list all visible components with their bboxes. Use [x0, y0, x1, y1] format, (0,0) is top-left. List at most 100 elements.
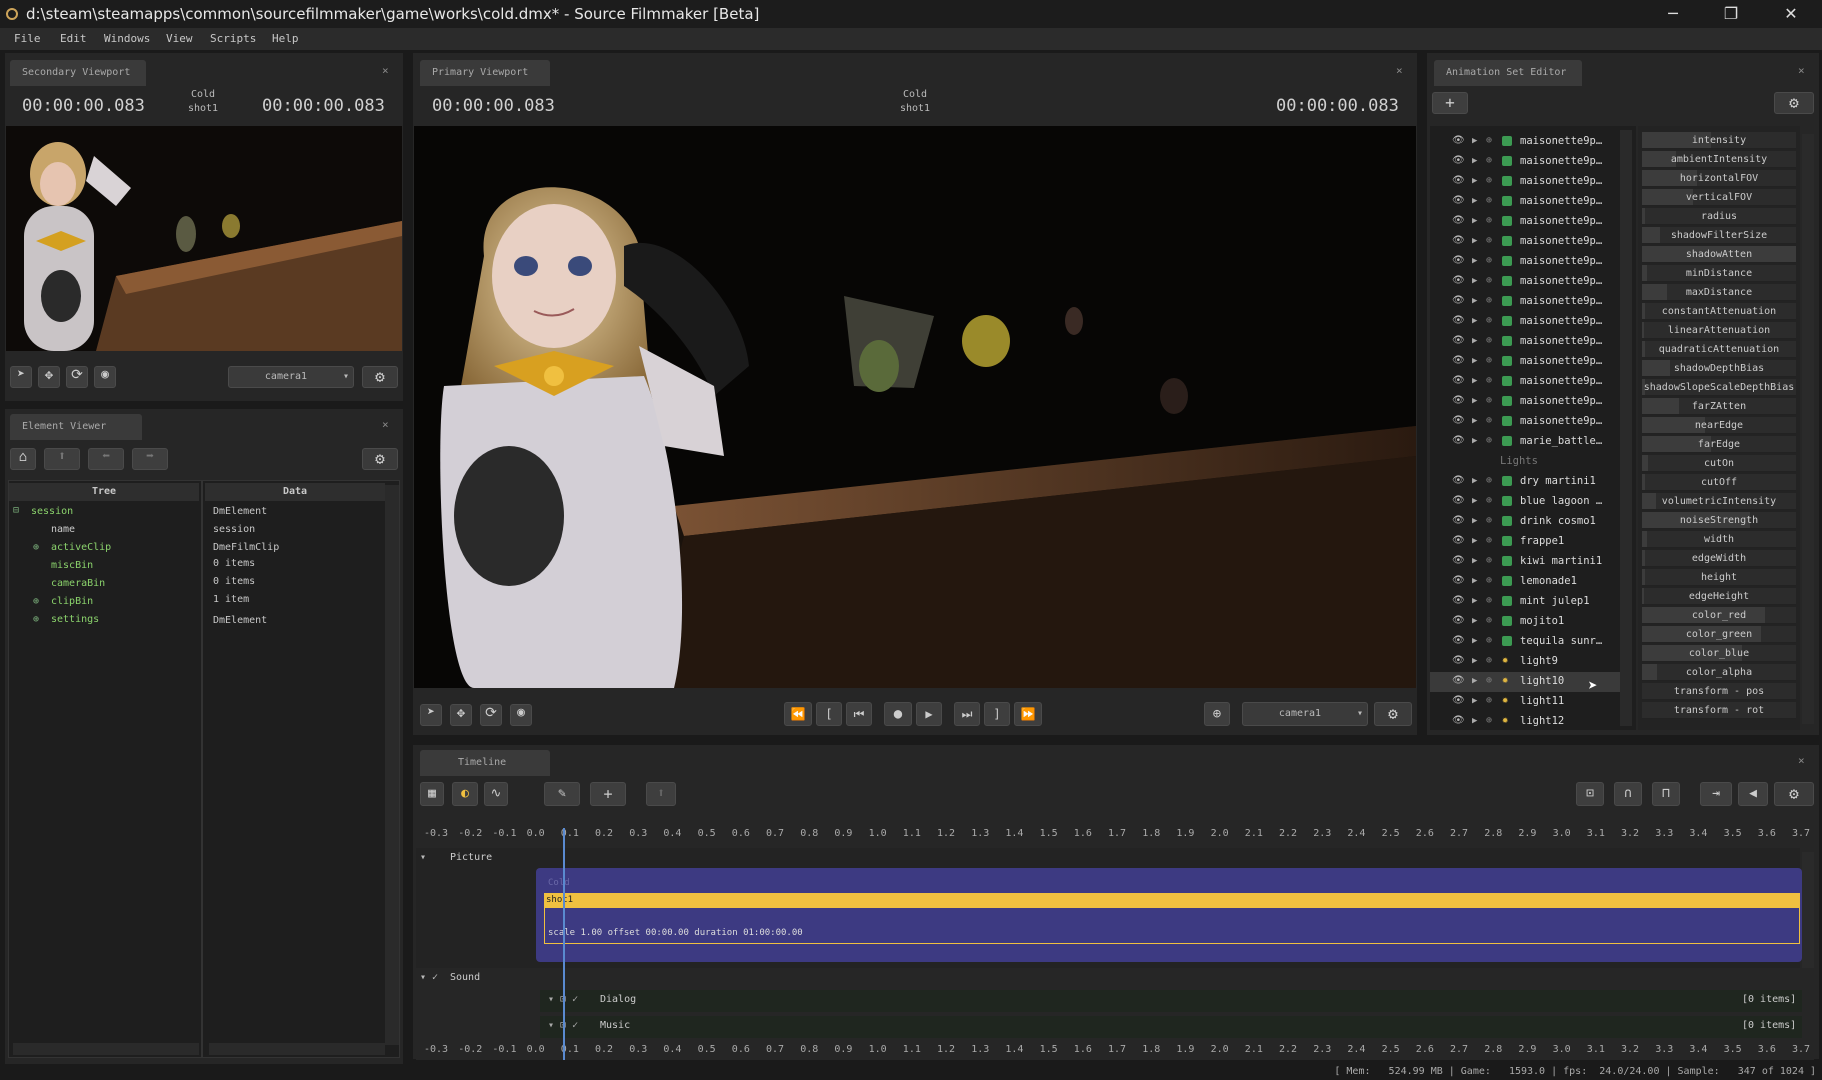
secondary-camera-dropdown[interactable]: camera1 ▾ [228, 366, 354, 388]
add-icon[interactable]: ⊕ [1486, 395, 1492, 406]
control-slider[interactable]: edgeHeight [1642, 588, 1796, 605]
add-icon[interactable]: ⊕ [1486, 635, 1492, 646]
animation-set-row[interactable]: 👁 ▶ ⊕ maisonette9p… [1430, 312, 1620, 332]
animation-set-row[interactable]: 👁 ▶ ⊕ maisonette9p… [1430, 392, 1620, 412]
eye-icon[interactable]: 👁 [1452, 655, 1465, 666]
add-animation-set-button[interactable]: + [1432, 92, 1468, 114]
mute-icon[interactable]: ◀ [1738, 782, 1768, 806]
animation-set-row[interactable]: 👁 ▶ ⊕ maisonette9p… [1430, 352, 1620, 372]
pivot-tool-icon[interactable]: ◉ [94, 366, 116, 388]
expand-arrow-icon[interactable]: ▶ [1472, 556, 1477, 566]
rotate-tool-icon[interactable]: ⟳ [480, 704, 502, 726]
eye-icon[interactable]: 👁 [1452, 235, 1465, 246]
add-icon[interactable]: ⊕ [1486, 415, 1492, 426]
add-icon[interactable]: ⊕ [1486, 215, 1492, 226]
eye-icon[interactable]: 👁 [1452, 435, 1465, 446]
expand-arrow-icon[interactable]: ▶ [1472, 236, 1477, 246]
animation-set-row[interactable]: 👁 ▶ ⊕ maisonette9p… [1430, 412, 1620, 432]
eye-icon[interactable]: 👁 [1452, 575, 1465, 586]
animation-set-row[interactable]: 👁 ▶ ⊕ maisonette9p… [1430, 132, 1620, 152]
secondary-gear-icon[interactable]: ⚙ [362, 366, 398, 388]
primary-gear-icon[interactable]: ⚙ [1374, 702, 1412, 726]
close-timeline-button[interactable]: × [1798, 754, 1805, 767]
tree-item[interactable]: miscBin [51, 560, 93, 571]
animation-set-row[interactable]: 👁 ▶ ⊕ maisonette9p… [1430, 292, 1620, 312]
control-slider[interactable]: maxDistance [1642, 284, 1796, 301]
expand-arrow-icon[interactable]: ▶ [1472, 216, 1477, 226]
control-slider[interactable]: color_blue [1642, 645, 1796, 662]
tree-item[interactable]: clipBin [51, 596, 93, 607]
menu-edit[interactable]: Edit [60, 32, 87, 45]
control-slider[interactable]: width [1642, 531, 1796, 548]
menu-scripts[interactable]: Scripts [210, 32, 256, 45]
expand-arrow-icon[interactable]: ▶ [1472, 596, 1477, 606]
group-row[interactable]: Lights [1430, 452, 1620, 472]
select-tool-icon[interactable]: ➤ [10, 366, 32, 388]
eye-icon[interactable]: 👁 [1452, 675, 1465, 686]
expand-arrow-icon[interactable]: ▶ [1472, 196, 1477, 206]
move-tool-icon[interactable]: ✥ [450, 704, 472, 726]
expand-arrow-icon[interactable]: ▶ [1472, 616, 1477, 626]
control-slider[interactable]: volumetricIntensity [1642, 493, 1796, 510]
animation-set-row[interactable]: 👁 ▶ ⊕ frappe1 [1430, 532, 1620, 552]
column-divider[interactable] [201, 481, 203, 1057]
control-slider[interactable]: color_green [1642, 626, 1796, 643]
tab-element-viewer[interactable]: Element Viewer [10, 414, 142, 440]
up-arrow-icon[interactable]: ⬆ [646, 782, 676, 806]
timeline-scrollbar[interactable] [1802, 852, 1814, 968]
timeline-ruler-top[interactable]: -0.3 -0.2 -0.1 0.0 0.1 0.2 0.3 0.4 0.5 0.6 0.7 0.8 0… [416, 826, 1814, 844]
animation-set-row[interactable]: 👁 ▶ ⊕ maisonette9p… [1430, 192, 1620, 212]
animation-set-row[interactable]: 👁 ▶ ⊕ maisonette9p… [1430, 332, 1620, 352]
animation-set-row[interactable]: 👁 ▶ ⊕ maisonette9p… [1430, 272, 1620, 292]
ase-list-scrollbar[interactable] [1620, 130, 1632, 726]
expand-arrow-icon[interactable]: ▶ [1472, 576, 1477, 586]
close-primary-button[interactable]: × [1396, 64, 1403, 77]
expand-arrow-icon[interactable]: ▶ [1472, 356, 1477, 366]
menu-file[interactable]: File [14, 32, 41, 45]
add-icon[interactable]: ⊕ [1486, 335, 1492, 346]
graph-editor-icon[interactable]: ∿ [484, 782, 508, 806]
add-icon[interactable]: ⊕ [1486, 495, 1492, 506]
eye-icon[interactable]: 👁 [1452, 355, 1465, 366]
tree-item[interactable]: name [51, 524, 75, 535]
expand-icon[interactable]: ⊕ [33, 614, 39, 625]
add-icon[interactable]: ⊕ [1486, 435, 1492, 446]
animation-set-row[interactable]: 👁 ▶ ⊕ maisonette9p… [1430, 372, 1620, 392]
control-slider[interactable]: noiseStrength [1642, 512, 1796, 529]
primary-camera-dropdown[interactable]: camera1 ▾ [1242, 702, 1368, 726]
eye-icon[interactable]: 👁 [1452, 315, 1465, 326]
expand-arrow-icon[interactable]: ▶ [1472, 316, 1477, 326]
add-icon[interactable]: ⊕ [1486, 135, 1492, 146]
control-slider[interactable]: shadowAtten [1642, 246, 1796, 263]
lock-icon[interactable]: ⊡ [1576, 782, 1604, 806]
expand-arrow-icon[interactable]: ▶ [1472, 256, 1477, 266]
add-icon[interactable]: ⊕ [1486, 175, 1492, 186]
control-slider[interactable]: verticalFOV [1642, 189, 1796, 206]
eye-icon[interactable]: 👁 [1452, 255, 1465, 266]
add-icon[interactable]: ⊕ [1486, 695, 1492, 706]
skip-to-end-icon[interactable]: ⇥ [1700, 782, 1732, 806]
record-icon[interactable]: ● [884, 702, 912, 726]
clip-editor-icon[interactable]: ▦ [420, 782, 444, 806]
skip-to-end-icon[interactable]: ⏭ [954, 702, 980, 726]
data-horizontal-scrollbar[interactable] [209, 1043, 385, 1055]
expand-arrow-icon[interactable]: ▶ [1472, 276, 1477, 286]
minimize-button[interactable]: ─ [1644, 0, 1702, 28]
tree-horizontal-scrollbar[interactable] [13, 1043, 199, 1055]
control-slider[interactable]: height [1642, 569, 1796, 586]
expand-arrow-icon[interactable]: ▶ [1472, 476, 1477, 486]
add-icon[interactable]: ⊕ [1486, 515, 1492, 526]
tree-item[interactable]: cameraBin [51, 578, 105, 589]
control-slider[interactable]: cutOff [1642, 474, 1796, 491]
control-slider[interactable]: cutOn [1642, 455, 1796, 472]
expand-arrow-icon[interactable]: ▶ [1472, 716, 1477, 726]
animation-set-row[interactable]: 👁 ▶ ⊕ mojito1 [1430, 612, 1620, 632]
expand-arrow-icon[interactable]: ▶ [1472, 176, 1477, 186]
primary-viewport-render[interactable] [414, 126, 1416, 688]
tree-item[interactable]: session [31, 506, 73, 517]
expand-arrow-icon[interactable]: ▶ [1472, 496, 1477, 506]
add-icon[interactable]: ⊕ [1486, 255, 1492, 266]
control-slider[interactable]: farEdge [1642, 436, 1796, 453]
close-element-viewer-button[interactable]: × [382, 418, 389, 431]
animation-set-row[interactable]: 👁 ▶ ⊕ maisonette9p… [1430, 252, 1620, 272]
